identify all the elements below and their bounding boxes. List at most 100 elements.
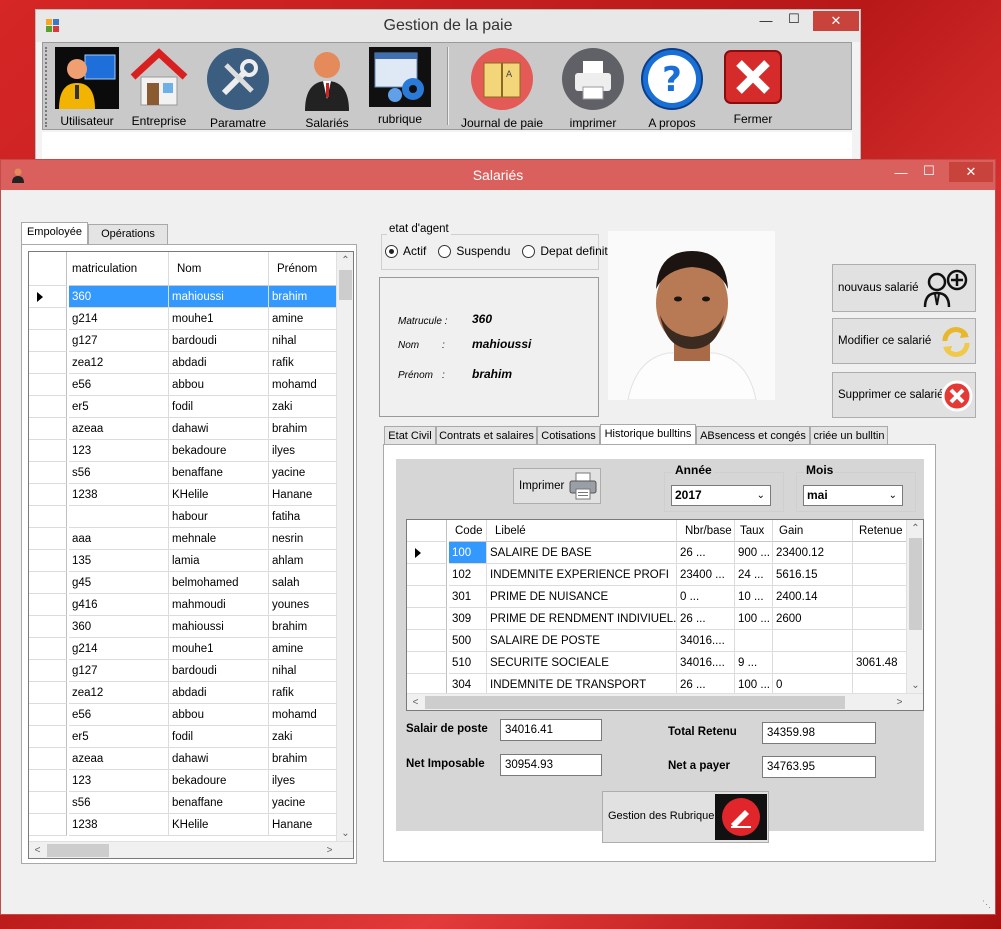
bulletin-row-header[interactable] bbox=[407, 630, 447, 652]
bulletin-code-cell[interactable]: 301 bbox=[449, 586, 487, 608]
vscroll-thumb[interactable] bbox=[339, 270, 352, 300]
employee-prenom-cell[interactable]: brahim bbox=[269, 286, 337, 308]
employee-matriculation-cell[interactable]: 123 bbox=[69, 770, 169, 792]
employee-nom-cell[interactable]: benaffane bbox=[169, 462, 269, 484]
bulletin-gain-cell[interactable]: 5616.15 bbox=[773, 564, 853, 586]
column-header-nbr-base[interactable]: Nbr/base bbox=[677, 520, 735, 542]
row-header[interactable] bbox=[29, 418, 67, 440]
employee-nom-cell[interactable]: KHelile bbox=[169, 484, 269, 506]
bulletin-row-header[interactable] bbox=[407, 542, 447, 564]
imprimer-button[interactable]: Imprimer bbox=[513, 468, 601, 504]
bulletin-row[interactable]: 510 SECURITE SOCIEALE 34016.... 9 ... 3061.4… bbox=[407, 652, 907, 674]
hscroll-thumb[interactable] bbox=[47, 844, 109, 857]
employee-nom-cell[interactable]: lamia bbox=[169, 550, 269, 572]
bulletin-retenue-cell[interactable]: 3061.48 bbox=[853, 652, 907, 674]
employee-row[interactable]: e56 abbou mohamd bbox=[29, 704, 337, 726]
bulletin-libele-cell[interactable]: PRIME DE RENDMENT INDIVIUEL... bbox=[487, 608, 677, 630]
employee-prenom-cell[interactable]: brahim bbox=[269, 418, 337, 440]
employee-nom-cell[interactable]: mahmoudi bbox=[169, 594, 269, 616]
employee-row[interactable]: 360 mahioussi brahim bbox=[29, 286, 337, 308]
employee-prenom-cell[interactable]: Hanane bbox=[269, 484, 337, 506]
row-header[interactable] bbox=[29, 660, 67, 682]
row-header[interactable] bbox=[29, 286, 67, 308]
bulletin-retenue-cell[interactable] bbox=[853, 586, 907, 608]
bulletin-vscroll-thumb[interactable] bbox=[909, 538, 922, 630]
row-header[interactable] bbox=[29, 330, 67, 352]
salaries-close-button[interactable]: ✕ bbox=[949, 162, 993, 182]
toolbar-parametre-button[interactable]: Paramatre bbox=[201, 47, 275, 130]
row-header[interactable] bbox=[29, 550, 67, 572]
employee-prenom-cell[interactable]: zaki bbox=[269, 726, 337, 748]
salaries-title-bar[interactable]: Salariés bbox=[1, 160, 995, 190]
modify-employee-button[interactable]: Modifier ce salarié bbox=[832, 318, 976, 364]
employee-row[interactable]: g214 mouhe1 amine bbox=[29, 638, 337, 660]
employee-prenom-cell[interactable]: brahim bbox=[269, 748, 337, 770]
salaire-poste-field[interactable]: 34016.41 bbox=[500, 719, 602, 741]
employee-row[interactable]: 123 bekadoure ilyes bbox=[29, 440, 337, 462]
radio-actif-label[interactable]: Actif bbox=[403, 244, 426, 258]
bulletin-grid-vscrollbar[interactable]: ⌃ ⌄ bbox=[906, 520, 923, 694]
bulletin-code-cell[interactable]: 100 bbox=[449, 542, 487, 564]
scroll-right-arrow-icon[interactable]: > bbox=[891, 694, 908, 710]
bulletin-gain-cell[interactable]: 2400.14 bbox=[773, 586, 853, 608]
employee-prenom-cell[interactable]: fatiha bbox=[269, 506, 337, 528]
employee-matriculation-cell[interactable]: zea12 bbox=[69, 352, 169, 374]
employee-matriculation-cell[interactable]: azeaa bbox=[69, 418, 169, 440]
bulletin-libele-cell[interactable]: INDEMNITE EXPERIENCE PROFI bbox=[487, 564, 677, 586]
employee-nom-cell[interactable]: mahioussi bbox=[169, 286, 269, 308]
employee-row[interactable]: s56 benaffane yacine bbox=[29, 462, 337, 484]
employee-prenom-cell[interactable]: yacine bbox=[269, 462, 337, 484]
employee-matriculation-cell[interactable]: 360 bbox=[69, 616, 169, 638]
delete-employee-button[interactable]: Supprimer ce salarié bbox=[832, 372, 976, 418]
bulletin-grid[interactable]: Code Libelé Nbr/base Taux Gain Retenue 1… bbox=[406, 519, 924, 711]
row-header[interactable] bbox=[29, 352, 67, 374]
employee-matriculation-cell[interactable]: er5 bbox=[69, 396, 169, 418]
row-header[interactable] bbox=[29, 572, 67, 594]
employee-nom-cell[interactable]: mouhe1 bbox=[169, 638, 269, 660]
employee-row[interactable]: e56 abbou mohamd bbox=[29, 374, 337, 396]
employee-matriculation-cell[interactable]: aaa bbox=[69, 528, 169, 550]
bulletin-code-cell[interactable]: 309 bbox=[449, 608, 487, 630]
employee-matriculation-cell[interactable]: g45 bbox=[69, 572, 169, 594]
scroll-right-arrow-icon[interactable]: > bbox=[321, 842, 338, 858]
employee-prenom-cell[interactable]: amine bbox=[269, 638, 337, 660]
tab-employee[interactable]: Empoloyée bbox=[21, 222, 88, 244]
net-payer-field[interactable]: 34763.95 bbox=[762, 756, 876, 778]
bulletin-taux-cell[interactable]: 24 ... bbox=[735, 564, 773, 586]
bulletin-gain-cell[interactable] bbox=[773, 630, 853, 652]
employee-matriculation-cell[interactable]: zea12 bbox=[69, 682, 169, 704]
employee-row[interactable]: 123 bekadoure ilyes bbox=[29, 770, 337, 792]
toolbar-salaries-button[interactable]: Salariés bbox=[295, 47, 359, 130]
salaries-maximize-button[interactable]: ☐ bbox=[913, 160, 945, 182]
row-header[interactable] bbox=[29, 704, 67, 726]
radio-depart[interactable] bbox=[522, 244, 536, 258]
tab-creer-bulletin[interactable]: criée un bulltin bbox=[810, 426, 888, 446]
employee-matriculation-cell[interactable]: 1238 bbox=[69, 484, 169, 506]
employee-nom-cell[interactable]: bardoudi bbox=[169, 330, 269, 352]
bulletin-taux-cell[interactable] bbox=[735, 630, 773, 652]
toolbar-journal-button[interactable]: A Journal de paie bbox=[457, 47, 547, 130]
net-imposable-field[interactable]: 30954.93 bbox=[500, 754, 602, 776]
employee-prenom-cell[interactable]: nesrin bbox=[269, 528, 337, 550]
toolbar-entreprise-button[interactable]: Entreprise bbox=[127, 47, 191, 128]
employee-row[interactable]: g127 bardoudi nihal bbox=[29, 330, 337, 352]
row-header[interactable] bbox=[29, 682, 67, 704]
employee-row[interactable]: er5 fodil zaki bbox=[29, 396, 337, 418]
bulletin-row[interactable]: 100 SALAIRE DE BASE 26 ... 900 ... 23400.12 bbox=[407, 542, 907, 564]
employee-matriculation-cell[interactable]: e56 bbox=[69, 704, 169, 726]
employee-row[interactable]: azeaa dahawi brahim bbox=[29, 418, 337, 440]
employee-matriculation-cell[interactable]: g214 bbox=[69, 638, 169, 660]
employee-row[interactable]: azeaa dahawi brahim bbox=[29, 748, 337, 770]
column-header-libele[interactable]: Libelé bbox=[487, 520, 677, 542]
row-header[interactable] bbox=[29, 726, 67, 748]
column-header-nom[interactable]: Nom bbox=[169, 252, 269, 286]
annee-select[interactable]: 2017 ⌄ bbox=[671, 485, 771, 506]
total-retenu-field[interactable]: 34359.98 bbox=[762, 722, 876, 744]
employee-row[interactable]: 135 lamia ahlam bbox=[29, 550, 337, 572]
employee-prenom-cell[interactable]: ilyes bbox=[269, 440, 337, 462]
employee-nom-cell[interactable]: abdadi bbox=[169, 352, 269, 374]
bulletin-hscroll-thumb[interactable] bbox=[425, 696, 845, 709]
tab-etat-civil[interactable]: Etat Civil bbox=[384, 426, 436, 446]
employee-nom-cell[interactable]: habour bbox=[169, 506, 269, 528]
row-header[interactable] bbox=[29, 770, 67, 792]
